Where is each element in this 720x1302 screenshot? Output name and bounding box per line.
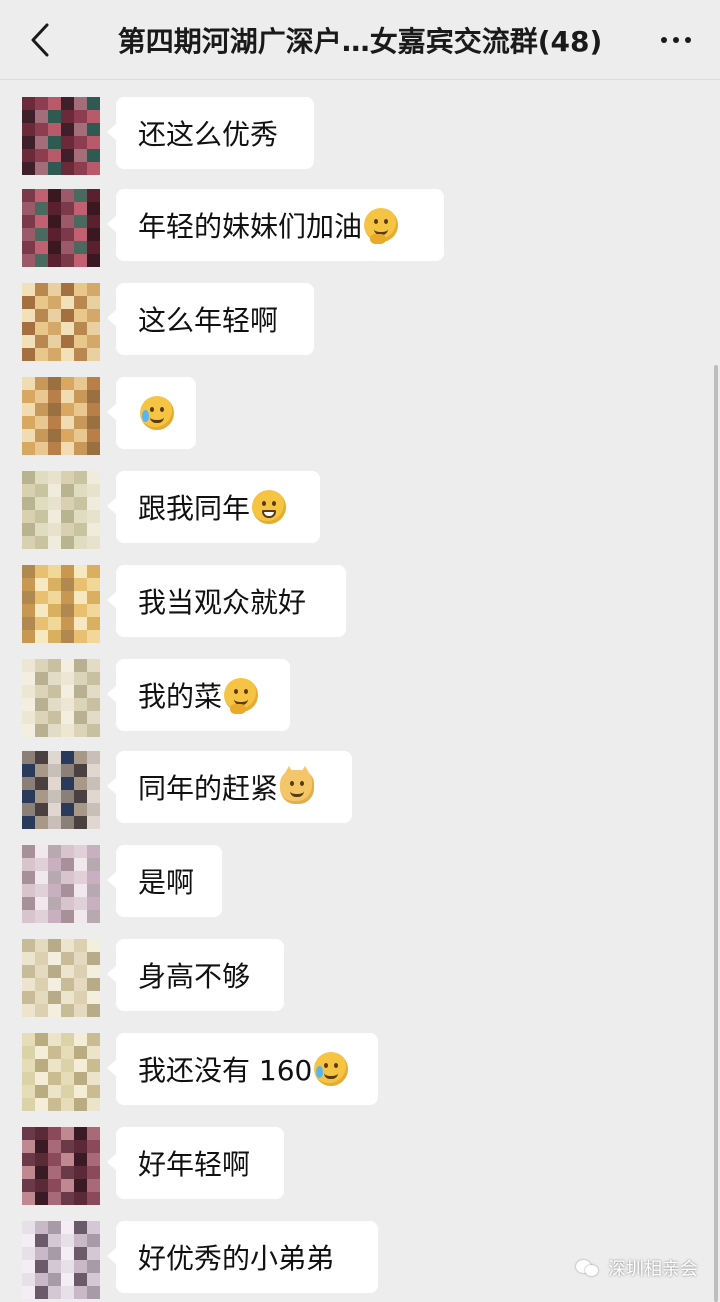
message-row [22,377,662,455]
avatar[interactable] [22,1221,100,1299]
message-row: 这么年轻啊 [22,283,662,361]
more-dots-icon [661,37,667,43]
message-bubble[interactable]: 我还没有 160 [107,1033,378,1105]
message-row: 年轻的妹妹们加油 [22,189,662,267]
crying-laughing-emoji-icon [140,396,174,430]
chat-title: 第四期河湖广深户…女嘉宾交流群(48) [117,25,603,58]
message-row: 身高不够 [22,939,662,1017]
message-bubble[interactable]: 好年轻啊 [107,1127,284,1199]
avatar[interactable] [22,1033,100,1111]
message-text: 同年的赶紧 [138,772,279,805]
watermark: 深圳相亲会 [576,1254,698,1282]
message-bubble[interactable]: 同年的赶紧 [107,751,352,823]
message-bubble[interactable]: 身高不够 [107,939,284,1011]
avatar[interactable] [22,471,100,549]
message-row: 我的菜 [22,659,662,737]
crying-laughing-emoji-icon [314,1052,349,1086]
message-row: 好优秀的小弟弟 [22,1221,662,1299]
grin-emoji-icon [252,490,287,524]
message-bubble[interactable]: 跟我同年 [107,471,320,543]
message-text: 我还没有 160 [138,1054,313,1087]
cat-emoji-icon [280,766,315,804]
avatar[interactable] [22,377,100,455]
more-button[interactable] [654,24,698,56]
chat-header: 第四期河湖广深户…女嘉宾交流群(48) [0,0,720,80]
avatar[interactable] [22,283,100,361]
message-row: 同年的赶紧 [22,751,662,829]
avatar[interactable] [22,659,100,737]
message-bubble[interactable]: 年轻的妹妹们加油 [107,189,444,261]
thinking-emoji-icon [364,208,399,244]
avatar[interactable] [22,97,100,175]
back-button[interactable] [22,22,58,58]
message-text: 身高不够 [138,960,251,993]
message-row: 跟我同年 [22,471,662,549]
message-bubble[interactable]: 我的菜 [107,659,290,731]
chevron-left-icon [31,23,49,57]
avatar[interactable] [22,1127,100,1205]
message-text: 我当观众就好 [138,586,307,619]
message-bubble[interactable]: 好优秀的小弟弟 [107,1221,378,1293]
thinking-emoji-icon [224,678,259,714]
message-row: 我还没有 160 [22,1033,662,1111]
message-text: 是啊 [138,866,195,899]
message-bubble[interactable]: 还这么优秀 [107,97,314,169]
message-row: 还这么优秀 [22,97,662,175]
message-bubble[interactable]: 这么年轻啊 [107,283,314,355]
avatar[interactable] [22,751,100,829]
avatar[interactable] [22,845,100,923]
message-text: 还这么优秀 [138,118,279,151]
message-bubble[interactable]: 是啊 [107,845,222,917]
wechat-icon [576,1258,600,1278]
avatar[interactable] [22,939,100,1017]
message-row: 是啊 [22,845,662,923]
message-row: 我当观众就好 [22,565,662,643]
scrollbar[interactable] [714,365,718,1302]
avatar[interactable] [22,189,100,267]
message-text: 我的菜 [138,680,223,713]
message-text: 跟我同年 [138,492,251,525]
watermark-text: 深圳相亲会 [608,1259,698,1280]
message-text: 年轻的妹妹们加油 [138,210,363,243]
message-text: 好年轻啊 [138,1148,251,1181]
message-text: 这么年轻啊 [138,304,279,337]
avatar[interactable] [22,565,100,643]
message-bubble[interactable] [107,377,196,449]
message-text: 好优秀的小弟弟 [138,1242,335,1275]
message-bubble[interactable]: 我当观众就好 [107,565,346,637]
message-row: 好年轻啊 [22,1127,662,1205]
